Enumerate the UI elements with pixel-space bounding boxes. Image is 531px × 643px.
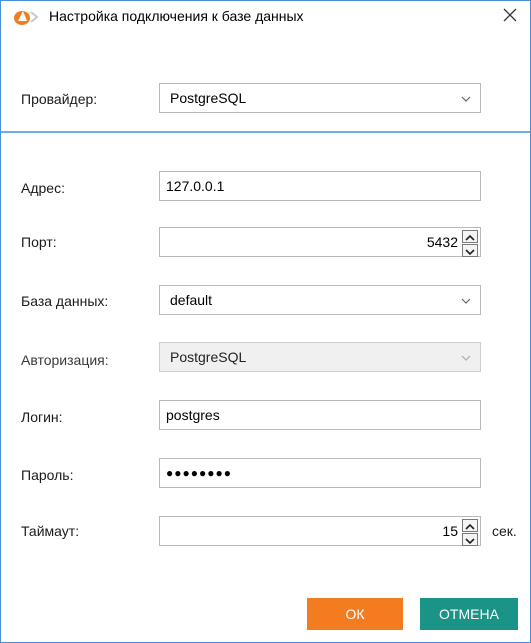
database-select[interactable]: default [159, 285, 481, 315]
provider-label: Провайдер: [21, 91, 98, 107]
port-value: 5432 [426, 234, 458, 250]
timeout-label: Таймаут: [21, 523, 80, 539]
ok-button[interactable]: ОК [307, 598, 403, 630]
port-decrement-button[interactable] [462, 244, 478, 257]
timeout-stepper[interactable]: 15 [159, 516, 481, 546]
database-value: default [170, 292, 213, 308]
database-label: База данных: [21, 293, 109, 309]
chevron-down-icon [460, 92, 472, 104]
cancel-button-label: ОТМЕНА [439, 606, 499, 622]
arrow-down-icon [465, 243, 475, 259]
timeout-spinner [462, 519, 478, 546]
auth-select: PostgreSQL [159, 342, 481, 372]
chevron-down-icon [460, 294, 472, 306]
address-value: 127.0.0.1 [166, 178, 225, 194]
arrow-down-icon [465, 532, 475, 548]
address-label: Адрес: [21, 180, 65, 196]
auth-label: Авторизация: [21, 352, 109, 368]
password-label: Пароль: [21, 467, 74, 483]
login-input[interactable]: postgres [159, 400, 481, 430]
password-value: ●●●●●●●● [166, 466, 232, 480]
login-label: Логин: [21, 409, 63, 425]
timeout-value: 15 [442, 523, 458, 539]
cancel-button[interactable]: ОТМЕНА [420, 598, 518, 630]
provider-panel: Провайдер: PostgreSQL [1, 33, 530, 131]
title-bar: Настройка подключения к базе данных [1, 1, 530, 33]
window-title: Настройка подключения к базе данных [49, 8, 304, 24]
provider-value: PostgreSQL [170, 90, 247, 106]
login-value: postgres [166, 407, 220, 423]
provider-select[interactable]: PostgreSQL [159, 83, 481, 113]
timeout-decrement-button[interactable] [462, 533, 478, 546]
port-stepper[interactable]: 5432 [159, 227, 481, 257]
timeout-unit: сек. [492, 523, 517, 539]
close-button[interactable] [490, 1, 530, 31]
close-icon [503, 8, 517, 25]
chevron-down-icon [460, 351, 472, 363]
connection-dialog: Настройка подключения к базе данных Пров… [0, 0, 531, 643]
app-logo-icon [13, 7, 43, 27]
auth-value: PostgreSQL [170, 349, 247, 365]
timeout-increment-button[interactable] [462, 519, 478, 532]
password-input[interactable]: ●●●●●●●● [159, 458, 481, 488]
ok-button-label: ОК [345, 606, 365, 622]
port-increment-button[interactable] [462, 230, 478, 243]
address-input[interactable]: 127.0.0.1 [159, 171, 481, 201]
section-divider [1, 131, 530, 133]
port-spinner [462, 230, 478, 257]
port-label: Порт: [21, 234, 57, 250]
